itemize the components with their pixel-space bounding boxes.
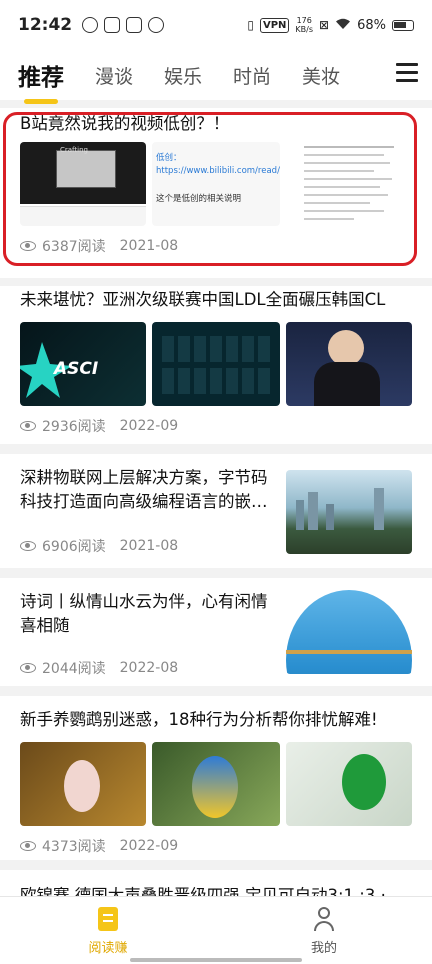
tab-makeup[interactable]: 美妆 [302,62,340,89]
article-card[interactable]: 新手养鹦鹉别迷惑，18种行为分析帮你排忧解难! 4373阅读 2022-09 [0,696,432,860]
status-bar: 12:42 ▯ VPN 176 KB/s ⊠ 68% [0,0,432,50]
bottom-navigation: 阅读赚 我的 [0,896,432,964]
menu-icon[interactable] [396,63,418,83]
eye-icon [20,841,36,851]
app-notification-icon [82,17,99,33]
article-title: 诗词丨纵情山水云为伴，心有闲情喜相随 [20,592,268,635]
battery-icon [392,19,414,31]
vpn-badge: VPN [259,17,290,33]
article-card[interactable]: 诗词丨纵情山水云为伴，心有闲情喜相随 2044阅读 2022-08 [0,578,432,686]
article-thumbnail [286,590,412,674]
tab-entertainment[interactable]: 娱乐 [164,62,202,89]
tab-fashion[interactable]: 时尚 [233,62,271,89]
highlight-frame [3,112,417,266]
publish-date: 2022-09 [119,838,179,854]
eye-icon [20,421,36,431]
status-time: 12:42 [18,15,73,35]
nav-me-label: 我的 [310,941,337,956]
home-indicator [130,958,302,962]
battery-percentage: 68% [357,17,386,33]
tab-manhua[interactable]: 漫谈 [95,62,133,89]
article-thumbnail [286,470,412,554]
article-thumbnail [20,742,146,826]
article-thumbnail [286,322,412,406]
article-title: 未来堪忧？亚洲次级联赛中国LDL全面碾压韩国CL [20,290,386,309]
app-notification-icon [126,17,143,33]
article-meta: 2044阅读 2022-08 [20,658,178,678]
publish-date: 2022-09 [119,418,179,434]
article-thumbnail [286,742,412,826]
app-notification-icon [104,17,121,33]
eye-icon [20,541,36,551]
document-icon [98,907,118,931]
article-title: 深耕物联网上层解决方案，字节码科技打造面向高级编程语言的嵌… [20,468,268,511]
publish-date: 2021-08 [119,538,179,554]
view-count: 6906阅读 [42,539,106,555]
close-notification-icon: ⊠ [319,18,330,32]
svg-text:ASCI: ASCI [52,359,98,379]
publish-date: 2022-08 [119,660,179,676]
network-speed: 176 KB/s [295,16,314,34]
article-title: 新手养鹦鹉别迷惑，18种行为分析帮你排忧解难! [20,710,378,729]
article-thumbnail: ASCI [20,322,146,406]
status-indicators: ▯ VPN 176 KB/s ⊠ 68% [247,16,414,34]
article-meta: 4373阅读 2022-09 [20,836,178,856]
status-app-icons [82,17,165,33]
article-meta: 6906阅读 2021-08 [20,536,178,556]
view-count: 2936阅读 [42,419,106,435]
article-card[interactable]: 未来堪忧？亚洲次级联赛中国LDL全面碾压韩国CL ASCI 2936阅读 202… [0,286,432,444]
nav-profile[interactable]: 我的 [284,907,364,956]
app-notification-icon [148,17,165,33]
nav-read-label: 阅读赚 [88,941,128,956]
wifi-icon [335,18,351,33]
view-count: 4373阅读 [42,839,106,855]
view-count: 2044阅读 [42,661,106,677]
vibrate-icon: ▯ [247,18,254,32]
category-tab-bar: 推荐 漫谈 娱乐 时尚 美妆 [0,50,432,104]
person-icon [313,907,335,931]
article-meta: 2936阅读 2022-09 [20,416,178,436]
article-thumbnail [152,322,280,406]
article-card[interactable]: 深耕物联网上层解决方案，字节码科技打造面向高级编程语言的嵌… 6906阅读 20… [0,454,432,568]
eye-icon [20,663,36,673]
article-thumbnail [152,742,280,826]
tab-recommend[interactable]: 推荐 [18,58,64,104]
nav-read-earn[interactable]: 阅读赚 [68,907,148,956]
